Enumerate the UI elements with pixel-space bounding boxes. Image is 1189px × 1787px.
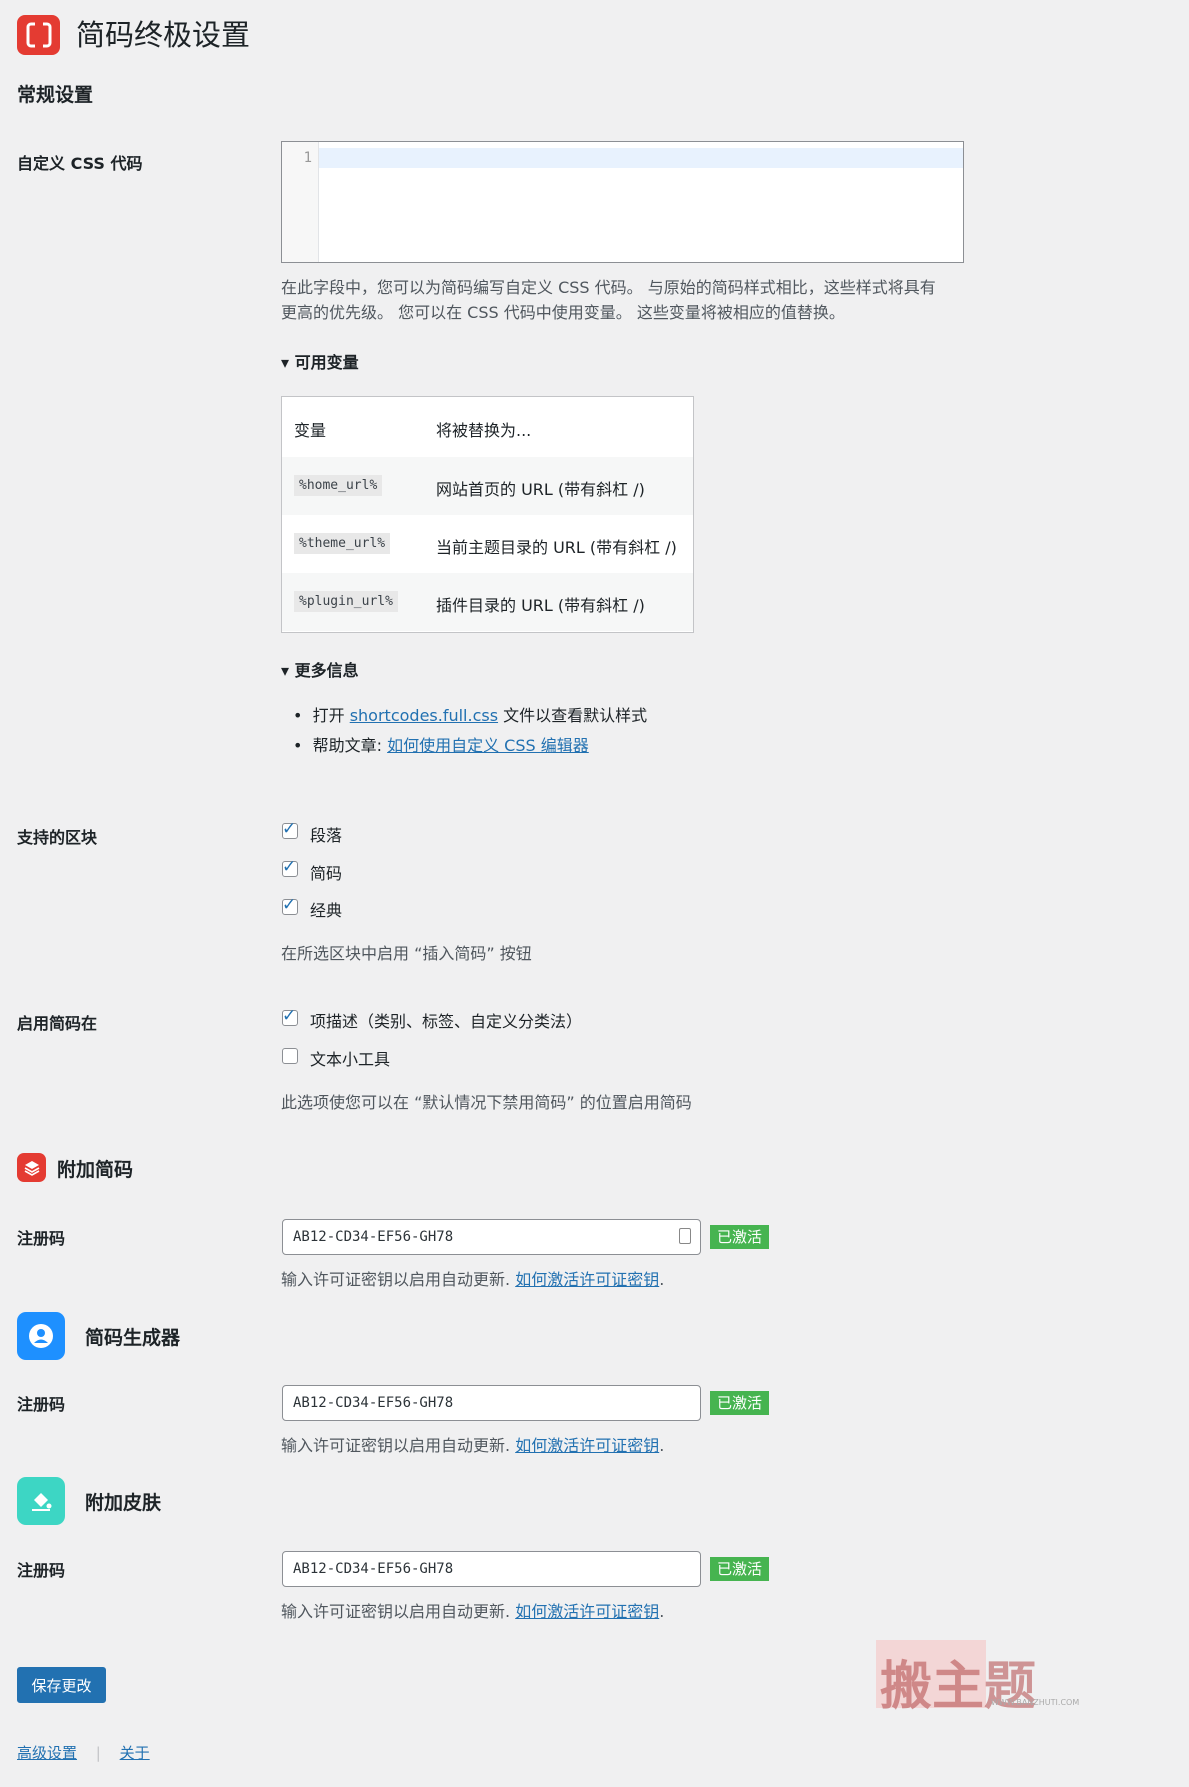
advanced-settings-link[interactable]: 高级设置 <box>17 1744 77 1762</box>
supported-blocks-label: 支持的区块 <box>17 828 98 847</box>
editor-active-line[interactable] <box>319 148 963 168</box>
available-vars-toggle[interactable]: ▾ 可用变量 <box>281 349 359 373</box>
watermark-text: 搬主题 <box>880 1656 1037 1717</box>
stack-layers-icon <box>17 1153 46 1182</box>
activate-license-link[interactable]: 如何激活许可证密钥 <box>515 1436 659 1455</box>
about-link[interactable]: 关于 <box>120 1744 150 1762</box>
checkbox-classic[interactable]: ✓ <box>282 895 298 915</box>
line-number: 1 <box>303 150 312 166</box>
variable-code: %home_url% <box>294 475 383 496</box>
license-key-input-skins[interactable]: AB12-CD34-EF56-GH78 <box>282 1551 701 1587</box>
table-row: %plugin_url% 插件目录的 URL (带有斜杠 /) <box>282 573 693 631</box>
activate-license-link[interactable]: 如何激活许可证密钥 <box>515 1602 659 1621</box>
addon-title-maker: 简码生成器 <box>85 1327 181 1349</box>
header-replaced-with: 将被替换为... <box>436 421 532 440</box>
page-title: 简码终极设置 <box>76 18 251 52</box>
check-icon: ✓ <box>282 895 297 915</box>
license-key-value: AB12-CD34-EF56-GH78 <box>293 1561 454 1577</box>
checkbox-shortcode[interactable]: ✓ <box>282 857 298 877</box>
checkbox-term-description-label: 项描述（类别、标签、自定义分类法） <box>310 1012 583 1031</box>
license-help-suffix: . <box>659 1602 665 1621</box>
custom-css-description-line2: 更高的优先级。 您可以在 CSS 代码中使用变量。 这些变量将被相应的值替换。 <box>281 303 845 322</box>
status-badge: 已激活 <box>710 1557 770 1581</box>
checkbox-text-widget-label: 文本小工具 <box>310 1050 391 1069</box>
paint-bucket-icon <box>17 1477 65 1525</box>
check-icon: ✓ <box>282 1006 297 1026</box>
check-icon: ✓ <box>282 857 297 877</box>
addon-title-skins: 附加皮肤 <box>85 1492 162 1514</box>
license-key-label: 注册码 <box>17 1395 66 1414</box>
variable-code: %plugin_url% <box>294 591 398 612</box>
section-heading-general: 常规设置 <box>17 84 94 106</box>
checkbox-text-widget[interactable] <box>282 1048 298 1064</box>
more-info-item-2: • 帮助文章: 如何使用自定义 CSS 编辑器 <box>293 732 589 756</box>
license-key-input-maker[interactable]: AB12-CD34-EF56-GH78 <box>282 1385 701 1421</box>
license-help-text: 输入许可证密钥以启用自动更新. 如何激活许可证密钥. <box>281 1433 664 1458</box>
license-key-label: 注册码 <box>17 1561 66 1580</box>
license-key-value: AB12-CD34-EF56-GH78 <box>293 1229 454 1245</box>
status-badge: 已激活 <box>710 1391 770 1415</box>
save-changes-button[interactable]: 保存更改 <box>17 1667 106 1703</box>
editor-gutter: 1 <box>282 142 319 262</box>
license-help-text: 输入许可证密钥以启用自动更新. 如何激活许可证密钥. <box>281 1267 664 1292</box>
variables-table: 变量 将被替换为... %home_url% 网站首页的 URL (带有斜杠 /… <box>281 396 694 633</box>
table-row: %theme_url% 当前主题目录的 URL (带有斜杠 /) <box>282 515 693 573</box>
enable-in-description: 此选项使您可以在 “默认情况下禁用简码” 的位置启用简码 <box>281 1093 692 1112</box>
css-editor-help-link[interactable]: 如何使用自定义 CSS 编辑器 <box>387 736 589 755</box>
variable-description: 网站首页的 URL (带有斜杠 /) <box>436 480 645 499</box>
variables-table-header: 变量 将被替换为... <box>282 397 693 458</box>
bullet: • <box>293 706 313 725</box>
css-code-editor[interactable]: 1 <box>281 141 964 263</box>
license-key-label: 注册码 <box>17 1229 66 1248</box>
enable-in-label: 启用简码在 <box>17 1014 98 1033</box>
license-help-prefix: 输入许可证密钥以启用自动更新. <box>281 1436 516 1455</box>
shortcodes-css-link[interactable]: shortcodes.full.css <box>350 706 498 725</box>
check-icon: ✓ <box>282 819 297 839</box>
license-help-prefix: 输入许可证密钥以启用自动更新. <box>281 1602 516 1621</box>
custom-css-label: 自定义 CSS 代码 <box>17 154 143 173</box>
license-help-suffix: . <box>659 1436 665 1455</box>
custom-css-description-line1: 在此字段中，您可以为简码编写自定义 CSS 代码。 与原始的简码样式相比，这些样… <box>281 278 936 297</box>
license-key-input-extra-shortcodes[interactable]: AB12-CD34-EF56-GH78 <box>282 1219 701 1255</box>
checkbox-classic-label: 经典 <box>310 901 343 920</box>
table-row: %home_url% 网站首页的 URL (带有斜杠 /) <box>282 457 693 515</box>
bracket-logo-icon <box>26 22 51 48</box>
header-variable: 变量 <box>294 421 327 440</box>
variable-description: 插件目录的 URL (带有斜杠 /) <box>436 596 645 615</box>
plugin-logo <box>17 15 60 55</box>
supported-blocks-description: 在所选区块中启用 “插入简码” 按钮 <box>281 944 532 963</box>
variable-description: 当前主题目录的 URL (带有斜杠 /) <box>436 538 677 557</box>
footer-links: 高级设置 | 关于 <box>17 1742 150 1763</box>
watermark-logo: 搬主题 WWW.BANZHUTI.COM <box>876 1640 1106 1717</box>
footer-separator: | <box>95 1744 101 1762</box>
user-avatar-icon <box>17 1312 65 1360</box>
status-badge: 已激活 <box>710 1225 770 1249</box>
bullet: • <box>293 736 313 755</box>
more-info-item2-prefix: 帮助文章: <box>312 736 388 755</box>
variable-code: %theme_url% <box>294 533 391 554</box>
more-info-item1-prefix: 打开 <box>312 706 350 725</box>
password-manager-icon[interactable] <box>679 1228 691 1244</box>
checkbox-paragraph[interactable]: ✓ <box>282 819 298 839</box>
activate-license-link[interactable]: 如何激活许可证密钥 <box>515 1270 659 1289</box>
custom-css-description: 在此字段中，您可以为简码编写自定义 CSS 代码。 与原始的简码样式相比，这些样… <box>281 275 981 325</box>
license-help-suffix: . <box>659 1270 665 1289</box>
license-key-value: AB12-CD34-EF56-GH78 <box>293 1395 454 1411</box>
more-info-toggle[interactable]: ▾ 更多信息 <box>281 657 359 681</box>
more-info-item1-suffix: 文件以查看默认样式 <box>498 706 648 725</box>
checkbox-shortcode-label: 简码 <box>310 864 343 883</box>
watermark-url: WWW.BANZHUTI.COM <box>991 1698 1080 1707</box>
checkbox-term-description[interactable]: ✓ <box>282 1006 298 1026</box>
license-help-prefix: 输入许可证密钥以启用自动更新. <box>281 1270 516 1289</box>
more-info-item-1: • 打开 shortcodes.full.css 文件以查看默认样式 <box>293 702 647 726</box>
addon-title-extra-shortcodes: 附加简码 <box>57 1159 134 1181</box>
license-help-text: 输入许可证密钥以启用自动更新. 如何激活许可证密钥. <box>281 1599 664 1624</box>
checkbox-paragraph-label: 段落 <box>310 826 343 845</box>
